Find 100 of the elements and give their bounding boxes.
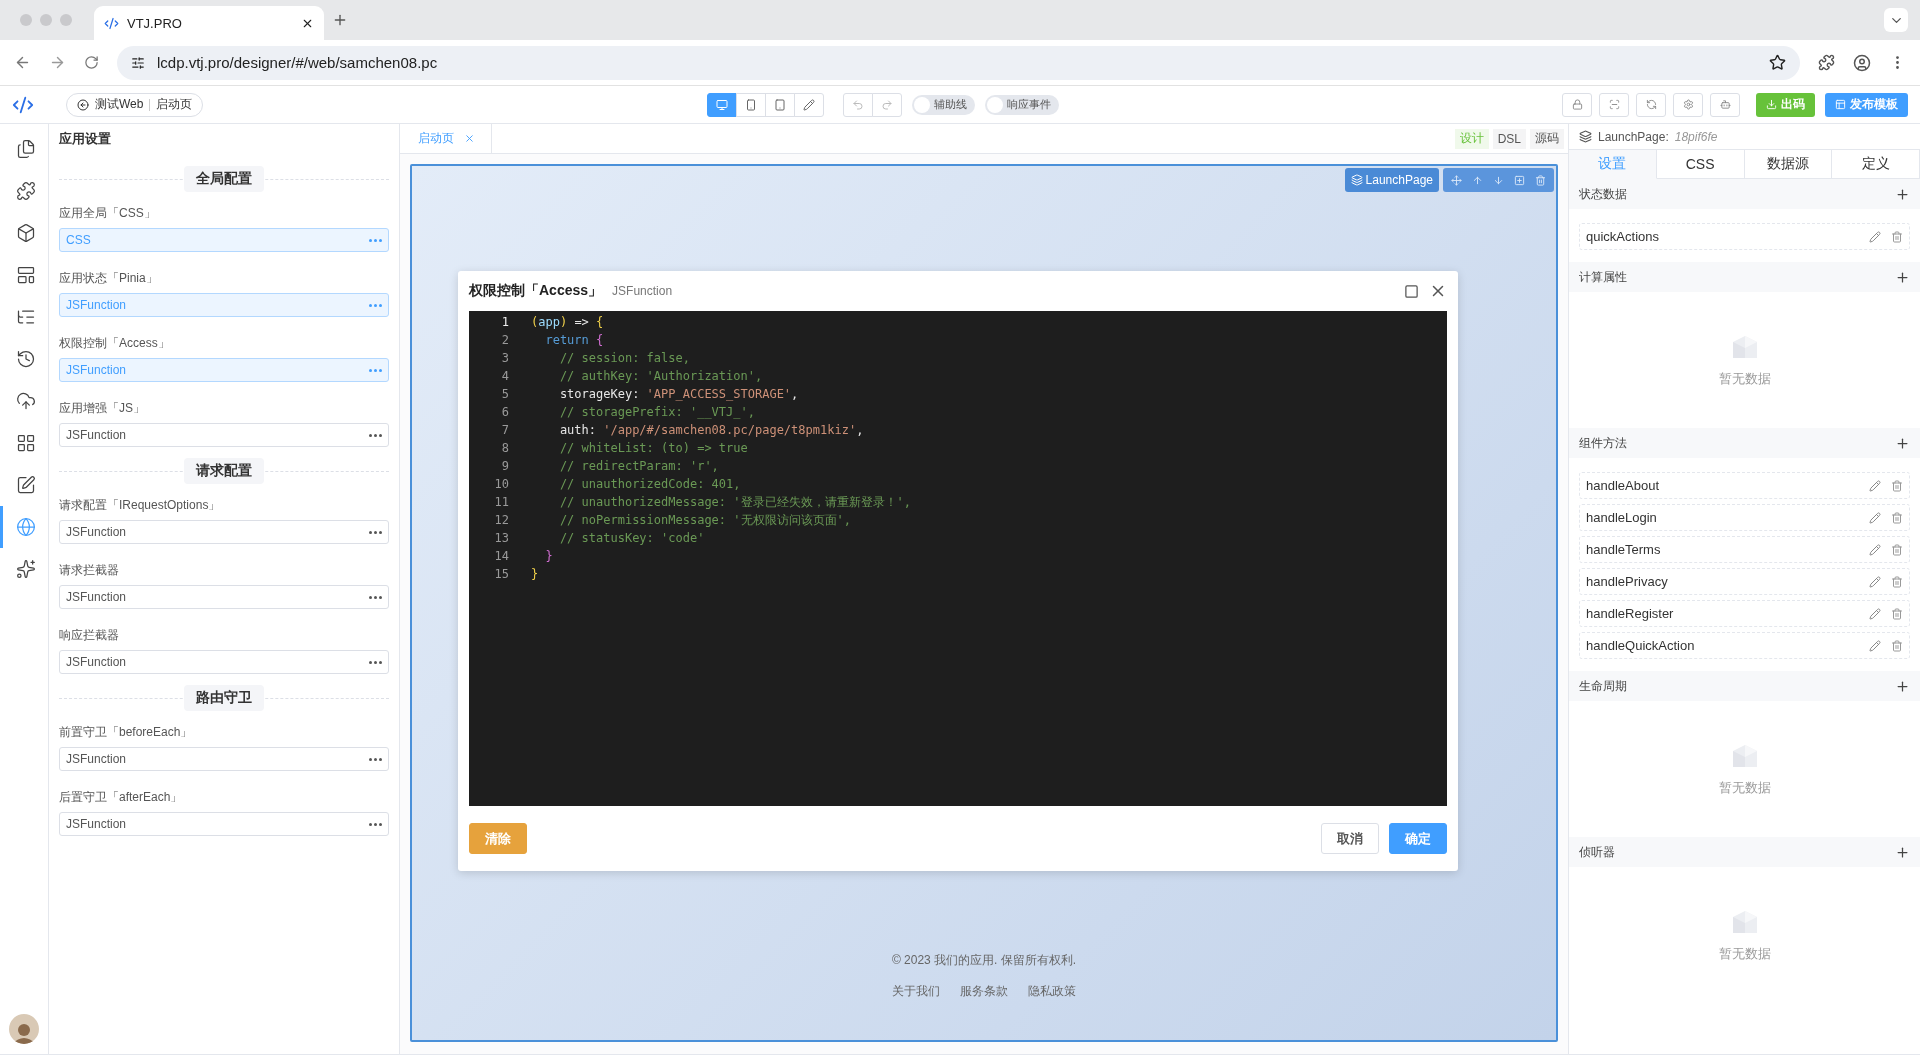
empty-text: 暂无数据 <box>1718 945 1771 963</box>
tablet-view-button[interactable] <box>764 92 795 117</box>
add-icon[interactable] <box>1895 269 1910 285</box>
more-icon[interactable] <box>369 660 382 664</box>
function-field[interactable]: JSFunction <box>59 585 389 609</box>
line-number: 1 <box>500 314 509 331</box>
history-icon <box>15 349 36 369</box>
reload-icon[interactable] <box>84 55 99 70</box>
list-item[interactable]: handleQuickAction <box>1579 632 1910 659</box>
field-label: 应用全局「CSS」 <box>59 204 157 222</box>
add-icon[interactable] <box>1895 186 1910 202</box>
add-icon[interactable] <box>1895 678 1910 694</box>
bookmark-star-icon[interactable] <box>1769 54 1786 71</box>
toggle-switch[interactable]: 辅助线 <box>911 94 975 115</box>
footer-link[interactable]: 服务条款 <box>960 983 1008 1000</box>
copy-icon[interactable] <box>1514 174 1525 186</box>
more-icon[interactable] <box>369 530 382 534</box>
toggle-switch[interactable]: 响应事件 <box>984 94 1059 115</box>
maximize-icon[interactable] <box>1404 283 1419 299</box>
group-heading: 路由守卫 <box>184 685 264 711</box>
function-field[interactable]: JSFunction <box>59 423 389 447</box>
code-line: } <box>531 566 540 583</box>
pen-view-button[interactable] <box>793 92 824 117</box>
trash-icon[interactable] <box>1891 607 1903 620</box>
layers-icon <box>1350 174 1363 186</box>
extensions-icon[interactable] <box>1818 54 1835 71</box>
code-line: // statusKey: 'code' <box>558 530 706 547</box>
cancel-button[interactable]: 取消 <box>1321 823 1379 854</box>
site-settings-icon[interactable] <box>131 55 145 70</box>
more-icon[interactable] <box>369 433 382 437</box>
arrow-up-icon[interactable] <box>1472 174 1483 186</box>
forward-icon[interactable] <box>49 54 66 71</box>
trash-icon[interactable] <box>1891 479 1903 492</box>
more-icon[interactable] <box>369 822 382 826</box>
scan-button[interactable] <box>1599 92 1629 117</box>
list-item[interactable]: quickActions <box>1579 223 1910 250</box>
trash-icon[interactable] <box>1891 575 1903 588</box>
function-field[interactable]: JSFunction <box>59 520 389 544</box>
line-number: 14 <box>493 548 509 565</box>
apps-icon <box>15 433 36 453</box>
edit-icon[interactable] <box>1869 511 1881 524</box>
function-field[interactable]: JSFunction <box>59 812 389 836</box>
trash-icon[interactable] <box>1891 639 1903 652</box>
inspector-tab[interactable]: 数据源 <box>1744 150 1833 179</box>
refresh-button[interactable] <box>1636 92 1666 117</box>
line-number: 2 <box>500 332 509 349</box>
profile-icon[interactable] <box>1853 53 1871 72</box>
node-badge[interactable]: LaunchPage <box>1344 168 1439 192</box>
window-close-dot[interactable] <box>20 14 32 26</box>
inspector-tab[interactable]: CSS <box>1656 150 1745 179</box>
window-zoom-dot[interactable] <box>60 14 72 26</box>
function-field[interactable]: JSFunction <box>59 650 389 674</box>
edit-icon[interactable] <box>1869 543 1881 556</box>
edit-icon[interactable] <box>1869 479 1881 492</box>
settings-icon <box>1682 99 1694 110</box>
list-item[interactable]: handlePrivacy <box>1579 568 1910 595</box>
settings-button[interactable] <box>1673 92 1703 117</box>
line-number: 13 <box>493 530 509 547</box>
user-avatar[interactable] <box>9 1014 39 1044</box>
globe-icon <box>15 517 36 537</box>
window-minimize-dot[interactable] <box>40 14 52 26</box>
edit-icon[interactable] <box>1869 607 1881 620</box>
footer-link[interactable]: 隐私政策 <box>1028 983 1076 1000</box>
view-tab[interactable]: DSL <box>1492 128 1526 149</box>
more-icon[interactable] <box>369 757 382 761</box>
trash-icon[interactable] <box>1535 174 1546 186</box>
back-icon[interactable] <box>14 54 31 71</box>
edit-icon[interactable] <box>1869 639 1881 652</box>
more-icon[interactable] <box>369 595 382 599</box>
mobile-view-button[interactable] <box>735 92 766 117</box>
trash-icon[interactable] <box>1891 511 1903 524</box>
line-number: 9 <box>500 458 509 475</box>
add-icon[interactable] <box>1895 435 1910 451</box>
robot-button[interactable] <box>1710 92 1740 117</box>
list-item[interactable]: handleLogin <box>1579 504 1910 531</box>
list-item[interactable]: handleAbout <box>1579 472 1910 499</box>
list-item[interactable]: handleRegister <box>1579 600 1910 627</box>
section-title: 状态数据 <box>1579 185 1627 203</box>
inspector-tab[interactable]: 定义 <box>1832 150 1920 179</box>
address-bar[interactable]: lcdp.vtj.pro/designer/#/web/samchen08.pc <box>117 45 1800 80</box>
lock-button[interactable] <box>1562 92 1592 117</box>
desktop-view-button[interactable] <box>706 92 737 117</box>
trash-icon[interactable] <box>1891 543 1903 556</box>
undo-icon <box>851 98 864 111</box>
edit-icon[interactable] <box>1869 230 1881 243</box>
trash-icon[interactable] <box>1891 230 1903 243</box>
refresh-icon <box>1645 99 1657 110</box>
list-item[interactable]: handleTerms <box>1579 536 1910 563</box>
field-label: 请求拦截器 <box>59 561 120 579</box>
edit-icon[interactable] <box>1869 575 1881 588</box>
add-icon[interactable] <box>1895 844 1910 860</box>
browser-tab[interactable]: VTJ.PRO <box>94 6 324 40</box>
function-field[interactable]: JSFunction <box>59 747 389 771</box>
view-tab[interactable]: 源码 <box>1530 128 1564 149</box>
move-icon[interactable] <box>1451 174 1462 186</box>
new-tab-icon[interactable] <box>332 12 348 28</box>
tab-list-button[interactable] <box>1884 8 1908 32</box>
footer-link[interactable]: 关于我们 <box>892 983 940 1000</box>
robot-icon <box>1719 99 1731 110</box>
arrow-down-icon[interactable] <box>1493 174 1504 186</box>
